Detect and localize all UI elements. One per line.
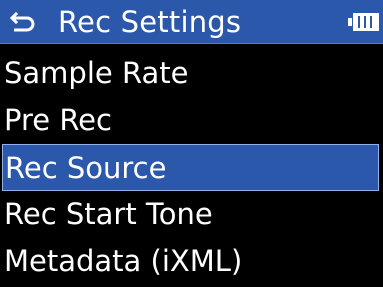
menu-item-rec-source[interactable]: Rec Source (2, 144, 379, 191)
battery-full-icon (348, 12, 380, 32)
title-bar: Rec Settings (0, 0, 383, 44)
page-title: Rec Settings (58, 5, 242, 39)
menu-item-pre-rec[interactable]: Pre Rec (0, 97, 383, 144)
menu-item-metadata-ixml[interactable]: Metadata (iXML) (0, 238, 383, 285)
menu-item-sample-rate[interactable]: Sample Rate (0, 50, 383, 97)
menu-item-rec-start-tone[interactable]: Rec Start Tone (0, 191, 383, 238)
back-arrow-icon[interactable] (9, 10, 37, 36)
settings-menu: Sample Rate Pre Rec Rec Source Rec Start… (0, 50, 383, 285)
recorder-screen: Rec Settings Sample Rate Pre Rec Rec Sou… (0, 0, 383, 287)
